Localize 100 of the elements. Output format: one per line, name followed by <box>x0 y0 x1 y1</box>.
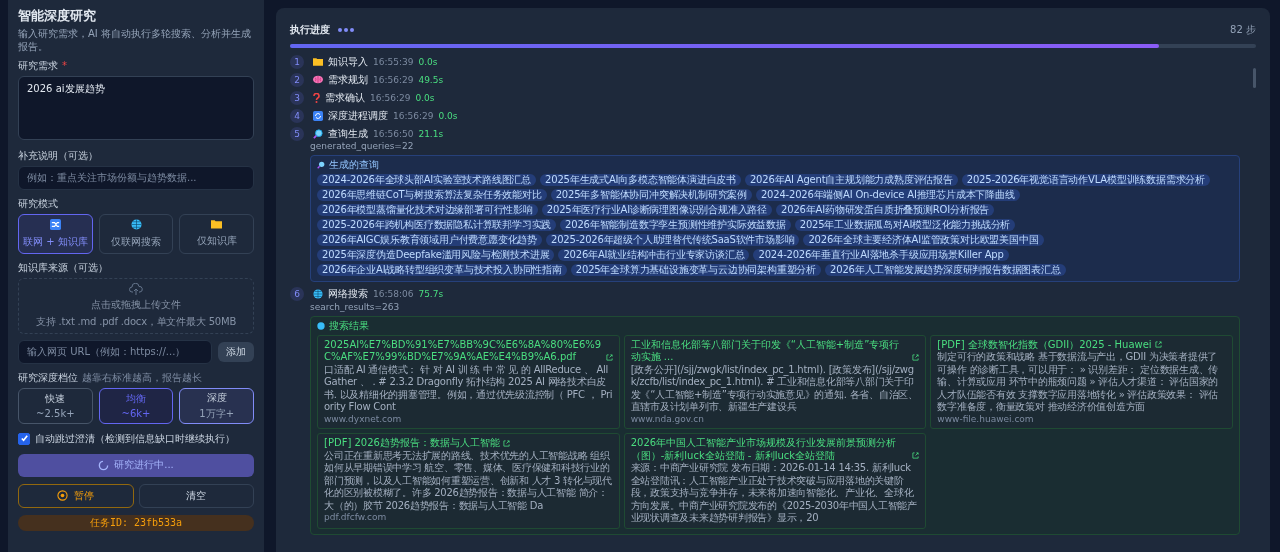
panel-title: 执行进度 <box>290 23 330 37</box>
box-title: 搜索结果 <box>329 319 369 332</box>
query-tag: 2026年AI就业结构冲击行业专家访谈汇总 <box>558 248 750 261</box>
query-tag: 2026年AI药物研发蛋白质折叠预测ROI分析报告 <box>776 203 995 216</box>
step-time: 16:56:29 <box>373 74 414 85</box>
result-url: www-file.huawei.com <box>937 413 1035 426</box>
result-url: pdf.dfcfw.com <box>324 512 388 524</box>
field-label: 研究模式 <box>18 197 58 210</box>
result-snippet: 制定可行的政策和战略 基于数据流与产出，GDII 为决策者提供了可操作 的诊断工具，可以用于： » 识别差距： 定位数据生成、传输、计算或应用 环节中的瓶颈问题 » 评估人才渠道： 评估国家的人才队伍能否有效 支撑数字应用落地转化 » 评估政策效果： 评估数字准备度，衡量政策对 推动经济价值创造方面 <box>937 351 1220 414</box>
step-name: 需求确认 <box>325 90 365 105</box>
step-number: 3 <box>290 90 304 105</box>
run-button[interactable]: 研究进行中... <box>18 453 254 477</box>
step-time: 16:56:29 <box>393 110 434 121</box>
query-tag: 2026年企业AI战略转型组织变革与技术投入协同性指南 <box>317 263 567 276</box>
required-mark: * <box>62 59 67 72</box>
query-tag: 2026年AI Agent自主规划能力成熟度评估报告 <box>744 173 958 186</box>
query-tag: 2025年多智能体协同冲突解决机制研究案例 <box>550 188 752 201</box>
brain-icon <box>313 75 323 84</box>
query-tag: 2025-2026年视觉语言动作VLA模型训练数据需求分析 <box>961 173 1210 186</box>
query-tag: 2026年全球主要经济体AI监管政策对比欧盟美国中国 <box>803 233 1044 246</box>
result-link[interactable]: 2025AI%E7%BD%91%E7%BB%9C%E6%8A%80%E6%9C%AF%E7%99%BD%E7%9A%AE%E4%B9%A6.pdf <box>324 338 603 364</box>
auto-skip-checkbox[interactable] <box>18 432 30 445</box>
upload-area[interactable]: 点击或拖拽上传文件 支持 .txt .md .pdf .docx，单文件最大 50MB <box>18 277 254 334</box>
url-field[interactable]: 输入网页 URL（例如：https://...） <box>18 339 212 364</box>
folder-icon <box>313 57 323 66</box>
result-url: www.nda.gov.cn <box>630 413 705 426</box>
step-name: 查询生成 <box>328 126 368 141</box>
external-link-icon <box>1154 341 1162 349</box>
query-tag: 2025年生成式AI向多模态智能体演进白皮书 <box>540 173 741 186</box>
step-meta: search_results=263 <box>310 301 401 313</box>
mode-option[interactable]: 仅知识库 <box>179 213 254 254</box>
result-link[interactable]: 2026年中国人工智能产业市场规模及行业发展前景预测分析（图）-新利luck全站登陆 - 新利luck全站登陆 <box>630 437 910 463</box>
requirement-field[interactable]: 2026 ai发展趋势 <box>18 75 254 140</box>
step-time: 16:56:50 <box>373 128 414 139</box>
step-number: 6 <box>290 287 304 302</box>
external-link-icon <box>605 353 613 361</box>
depth-option[interactable]: 快速 ~2.5k+ <box>18 387 93 424</box>
step-name: 网络搜索 <box>328 287 368 302</box>
step-count: 82 步 <box>1230 23 1256 37</box>
task-id-badge: 任务ID: 23fb533a <box>18 514 254 531</box>
step-meta: generated_queries=22 <box>310 141 415 152</box>
external-link-icon <box>912 452 920 460</box>
result-link[interactable]: 工业和信息化部等八部门关于印发《“人工智能+制造”专项行动实施 ... <box>630 338 910 364</box>
panel-subtitle: 输入研究需求，AI 将自动执行多轮搜索、分析并生成报告。 <box>18 26 252 53</box>
magnifier-icon <box>317 160 325 169</box>
clear-button[interactable]: 清空 <box>138 483 254 508</box>
result-snippet: [政务公开](/sjj/zwgk/list/index_pc_1.html). [政策发布](/sjj/zwgk/zcfb/list/index_pc_1.html). # 工业和信息化部等八部门关于印发《“人工智能+制造”专项行动实施意见》的通知. 各省、自治区、直辖市及计划单列市、新疆生产建设兵 <box>630 363 919 414</box>
step-name: 深度进程调度 <box>328 108 388 123</box>
add-button[interactable]: 添加 <box>218 341 254 362</box>
step-number: 5 <box>290 126 304 141</box>
field-label: 补充说明（可选） <box>18 149 98 162</box>
result-snippet: 公司正在重新思考无法扩展的路线、技术优先的人工智能战略 组织如何从早期错误中学习 航空、零售、媒体、医疗保健和科技行业的部门预测，以及人工智能如何重塑运营、创新和 人才 3 转化与现代化的区别被模糊了。许多 2026趋势报告：数据与人工智能 简介：大（的）胶节 2026趋势报告：数据与人工智能 Da <box>324 449 613 513</box>
step-name: 知识导入 <box>328 54 368 69</box>
query-tag: 2025年全球算力基础设施变革与云边协同架构重塑分析 <box>570 263 822 276</box>
notes-field[interactable]: 例如：重点关注市场份额与趋势数据... <box>18 165 254 190</box>
checkbox-label: 自动跳过澄清（检测到信息缺口时继续执行） <box>35 431 235 446</box>
query-tag: 2025年深度伪造Deepfake滥用风险与检测技术进展 <box>317 248 555 261</box>
step-duration: 0.0s <box>438 110 458 121</box>
box-title: 生成的查询 <box>329 158 379 171</box>
upload-cloud-icon <box>129 282 143 295</box>
query-tag: 2025-2026年超级个人助理替代传统SaaS软件市场影响 <box>546 233 800 246</box>
query-tag: 2025年医疗行业AI诊断病理图像识别合规准入路径 <box>541 203 773 216</box>
field-label: 研究深度档位 <box>18 371 78 384</box>
field-hint: 越靠右标准越高，报告越长 <box>82 371 202 384</box>
query-tag: 2024-2026年全球头部AI实验室技术路线图汇总 <box>317 173 537 186</box>
step-number: 1 <box>290 54 304 69</box>
pause-icon <box>57 490 69 502</box>
query-tag: 2026年思维链CoT与树搜索算法复杂任务效能对比 <box>317 188 547 201</box>
shuffle-icon <box>49 218 61 230</box>
result-snippet: 来源：中商产业研究院 发布日期：2026-01-14 14:35. 新利luck全站登陆讯：人工智能产业正处于技术突破与应用落地的关键阶段，政策支持与竞争并存，未来将加速向智能化、产业化、全球化方向发展。中商产业研究院发布的《2025-2030年中国人工智能产业现状调查及未来趋势研判报告》显示，20 <box>630 462 918 525</box>
step-number: 2 <box>290 72 304 87</box>
step-time: 16:55:39 <box>373 56 414 67</box>
step-number: 4 <box>290 108 304 123</box>
query-tag: 2026年人工智能发展趋势深度研判报告数据图表汇总 <box>825 263 1066 276</box>
external-link-icon <box>912 353 920 361</box>
result-link[interactable]: [PDF] 全球数智化指数（GDII）2025 - Huawei <box>937 338 1152 352</box>
spinner-icon <box>98 459 110 471</box>
result-link[interactable]: [PDF] 2026趋势报告：数据与人工智能 <box>324 437 500 450</box>
query-tag: 2026年智能制造数字孪生预测性维护实际效益数据 <box>560 218 791 231</box>
step-time: 16:56:29 <box>370 92 411 103</box>
magnifier-icon <box>313 128 323 139</box>
mode-option[interactable]: 联网 + 知识库 <box>18 213 93 254</box>
pause-button[interactable]: 暂停 <box>18 483 134 508</box>
loading-dots-icon <box>338 28 354 32</box>
query-tag: 2024-2026年端侧AI On-device AI推理芯片成本下降曲线 <box>755 188 1020 201</box>
query-tag: 2026年AIGC娱乐教育领域用户付费意愿变化趋势 <box>317 233 542 246</box>
scrollbar-thumb[interactable] <box>1253 68 1256 88</box>
query-tag: 2026年模型蒸馏量化技术对边缘部署可行性影响 <box>317 203 538 216</box>
upload-hint: 支持 .txt .md .pdf .docx，单文件最大 50MB <box>35 314 237 329</box>
query-tag: 2024-2026年垂直行业AI落地杀手级应用场景Killer App <box>753 248 1009 261</box>
mode-option[interactable]: 仅联网搜索 <box>98 213 174 254</box>
depth-option[interactable]: 深度 1万字+ <box>179 387 254 424</box>
step-duration: 0.0s <box>418 56 438 67</box>
upload-title: 点击或拖拽上传文件 <box>91 297 181 312</box>
step-time: 16:58:06 <box>373 289 414 300</box>
query-tag: 2025-2026年跨机构医疗数据隐私计算联邦学习实践 <box>317 218 557 231</box>
step-duration: 49.5s <box>418 74 444 85</box>
external-link-icon <box>502 439 510 447</box>
step-duration: 0.0s <box>415 92 435 103</box>
step-name: 需求规划 <box>328 72 368 87</box>
